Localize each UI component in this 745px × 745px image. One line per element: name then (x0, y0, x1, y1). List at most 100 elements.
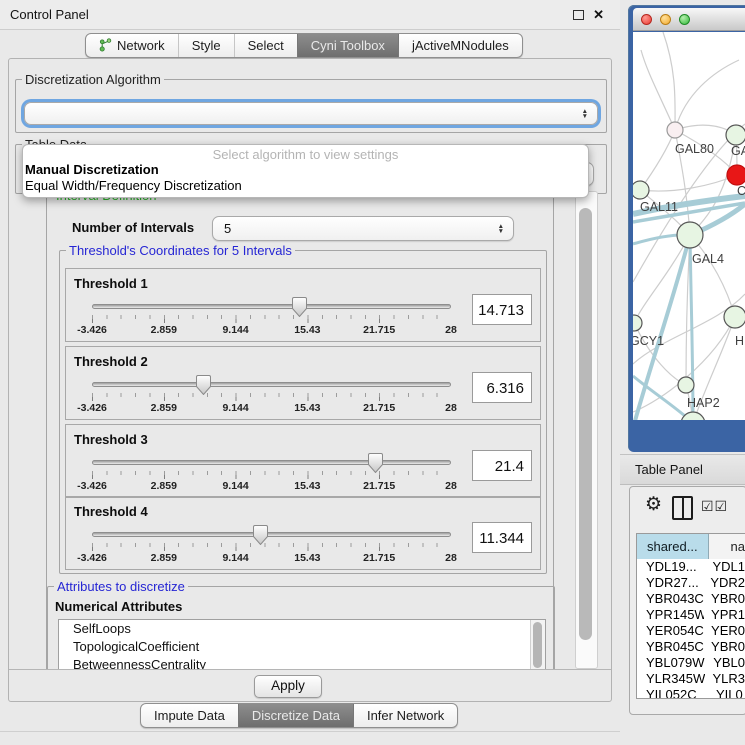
cell-shared-name: YPR145W (637, 607, 704, 623)
table-header-row: shared... na (637, 534, 745, 560)
threshold-panel: Threshold 1 -3.4262.8599.14415.4321.7152… (65, 268, 541, 342)
tick-label: 9.144 (222, 324, 248, 336)
slider-track[interactable] (92, 460, 451, 465)
node-gcy1[interactable] (633, 315, 642, 331)
algorithm-option-manual-discretization[interactable]: Manual Discretization (23, 162, 588, 178)
close-icon[interactable]: ✕ (593, 8, 604, 21)
numerical-attributes-list[interactable]: SelfLoopsTopologicalCoefficientBetweenne… (58, 619, 546, 669)
threshold-slider[interactable]: -3.4262.8599.14415.4321.71528 (92, 525, 451, 565)
algorithm-popup-hint: Select algorithm to view settings (23, 145, 588, 162)
cell-shared-name: YBR043C (637, 591, 704, 607)
threshold-title: Threshold 4 (74, 504, 148, 519)
attributes-scrollbar[interactable] (530, 620, 545, 669)
table-row[interactable]: YBR045CYBR0 (637, 639, 745, 655)
node-top-right[interactable] (726, 125, 745, 145)
node-gal80[interactable] (667, 122, 683, 138)
threshold-value-field[interactable]: 21.4 (472, 450, 532, 481)
slider-thumb[interactable] (292, 297, 307, 317)
panel-scrollbar-thumb[interactable] (579, 208, 592, 640)
panel-vertical-scrollbar[interactable] (575, 191, 598, 669)
tick-label: 21.715 (363, 324, 395, 336)
settings-gear-icon[interactable]: ⚙ (645, 495, 662, 514)
network-window-titlebar (633, 8, 745, 31)
threshold-value-field[interactable]: 6.316 (472, 372, 532, 403)
tick-label: 28 (445, 324, 457, 336)
table-row[interactable]: YER054CYER0 (637, 623, 745, 639)
column-header-shared-name[interactable]: shared... (637, 534, 709, 559)
node-gal11[interactable] (633, 181, 649, 199)
node-selected-red[interactable] (727, 165, 745, 185)
node-bottom[interactable] (681, 412, 705, 420)
cell-shared-name: YDL19... (637, 559, 705, 575)
column-header-name[interactable]: na (709, 534, 745, 559)
attribute-item[interactable]: TopologicalCoefficient (59, 638, 545, 656)
float-window-icon[interactable] (573, 10, 584, 20)
slider-thumb[interactable] (253, 525, 268, 545)
tab-discretize-data[interactable]: Discretize Data (238, 704, 353, 727)
node-gal4[interactable] (677, 222, 703, 248)
slider-thumb[interactable] (368, 453, 383, 473)
zoom-traffic-light[interactable] (679, 14, 690, 25)
attribute-item[interactable]: BetweennessCentrality (59, 656, 545, 669)
tick-label: 2.859 (151, 552, 177, 564)
algorithm-option-equal-width-frequency-discretization[interactable]: Equal Width/Frequency Discretization (23, 178, 588, 194)
tab-network[interactable]: Network (86, 34, 178, 57)
thresholds-group: Threshold's Coordinates for 5 Intervals … (59, 250, 547, 574)
threshold-value-field[interactable]: 14.713 (472, 294, 532, 325)
tab-cyni-toolbox[interactable]: Cyni Toolbox (297, 34, 398, 57)
node-hap2[interactable] (678, 377, 694, 393)
tab-impute-data[interactable]: Impute Data (141, 704, 238, 727)
apply-strip: Apply (9, 669, 611, 701)
slider-ticks (92, 315, 451, 323)
tab-style[interactable]: Style (178, 34, 234, 57)
network-edge (634, 235, 690, 323)
tick-label: -3.426 (77, 552, 107, 564)
table-row[interactable]: YBL079WYBL0 (637, 655, 745, 671)
threshold-title: Threshold 3 (74, 432, 148, 447)
tick-label: 15.43 (294, 480, 320, 492)
table-row[interactable]: YDR27...YDR2 (637, 575, 745, 591)
tab-infer-network[interactable]: Infer Network (353, 704, 457, 727)
cell-shared-name: YLR345W (637, 671, 705, 687)
slider-track[interactable] (92, 532, 451, 537)
checkbox-checked-icons[interactable]: ☑☑ (701, 498, 728, 515)
tab-label: jActiveMNodules (412, 38, 509, 53)
tab-label: Discretize Data (252, 708, 340, 723)
algorithm-combo[interactable]: ▲▼ (24, 102, 598, 125)
split-columns-icon[interactable] (672, 496, 693, 520)
slider-track[interactable] (92, 304, 451, 309)
threshold-slider[interactable]: -3.4262.8599.14415.4321.71528 (92, 453, 451, 493)
table-row[interactable]: YPR145WYPR1 (637, 607, 745, 623)
table-row[interactable]: YDL19...YDL1 (637, 559, 745, 575)
threshold-slider[interactable]: -3.4262.8599.14415.4321.71528 (92, 297, 451, 337)
cyni-toolbox-pane: Discretization Algorithm ▲▼ Table Data g… (8, 58, 612, 702)
slider-thumb[interactable] (196, 375, 211, 395)
tick-label: 15.43 (294, 552, 320, 564)
control-panel: Control Panel ✕ NetworkStyleSelectCyni T… (0, 0, 620, 745)
table-row[interactable]: YIL052CYIL0 (637, 687, 745, 698)
table-row[interactable]: YBR043CYBR0 (637, 591, 745, 607)
node-right-h[interactable] (724, 306, 745, 328)
node-label-hap2: HAP2 (687, 396, 720, 410)
number-of-intervals-combo[interactable]: 5 ▲▼ (212, 216, 514, 241)
network-canvas[interactable]: GAL80GACGAL11GAL4GCY1HHAP2 (633, 32, 745, 420)
threshold-value-field[interactable]: 11.344 (472, 522, 532, 553)
network-edge (641, 50, 675, 130)
tick-label: 28 (445, 552, 457, 564)
tab-label: Infer Network (367, 708, 444, 723)
tab-jactivemnodules[interactable]: jActiveMNodules (398, 34, 522, 57)
slider-track[interactable] (92, 382, 451, 387)
close-traffic-light[interactable] (641, 14, 652, 25)
attributes-group: Attributes to discretize Numerical Attri… (47, 586, 555, 669)
tab-select[interactable]: Select (234, 34, 297, 57)
threshold-title: Threshold 1 (74, 276, 148, 291)
table-row[interactable]: YLR345WYLR3 (637, 671, 745, 687)
attribute-item[interactable]: SelfLoops (59, 620, 545, 638)
apply-button[interactable]: Apply (254, 675, 322, 698)
slider-ticks (92, 471, 451, 479)
tick-label: 2.859 (151, 402, 177, 414)
minimize-traffic-light[interactable] (660, 14, 671, 25)
cell-name: YIL0 (709, 687, 743, 698)
threshold-slider[interactable]: -3.4262.8599.14415.4321.71528 (92, 375, 451, 415)
attributes-scrollbar-thumb[interactable] (533, 622, 542, 668)
